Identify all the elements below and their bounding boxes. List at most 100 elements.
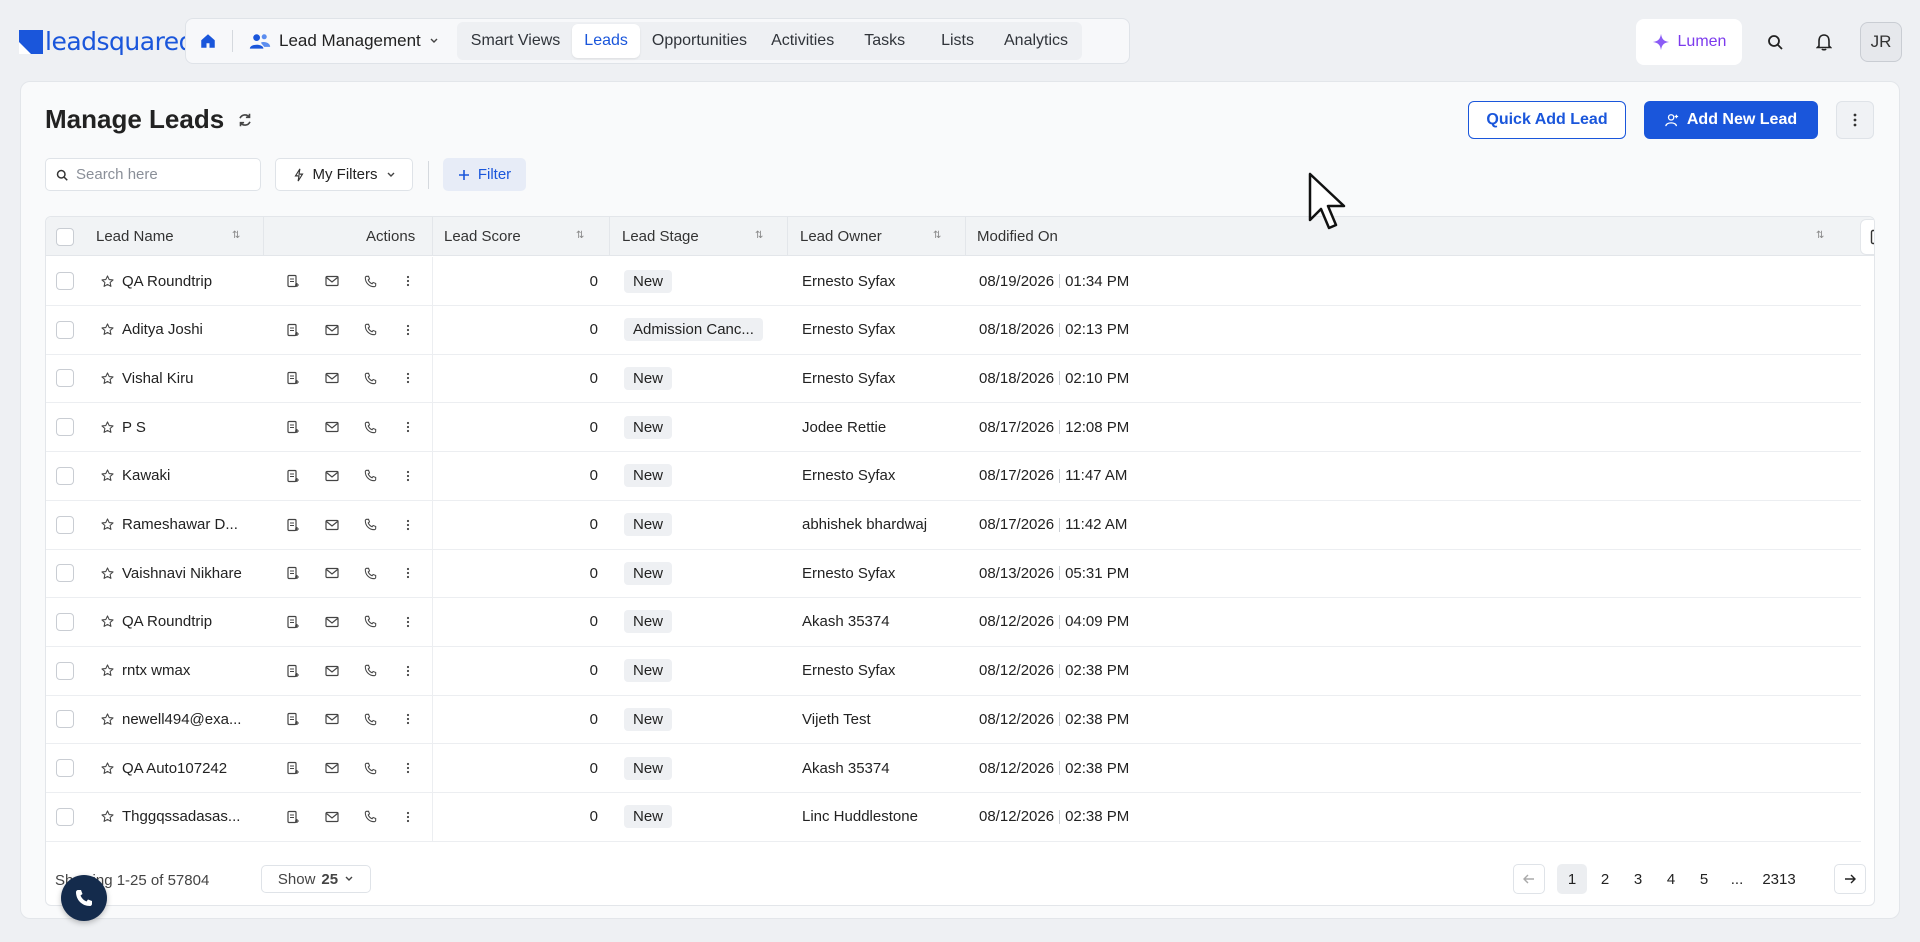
next-page-button[interactable] bbox=[1834, 864, 1866, 894]
lead-name-link[interactable]: Aditya Joshi bbox=[122, 306, 203, 354]
row-checkbox[interactable] bbox=[56, 598, 74, 646]
call-icon[interactable] bbox=[360, 271, 380, 291]
table-row[interactable]: QA Roundtrip 0 New Akash 35374 08/12/2026 04:… bbox=[46, 597, 1861, 647]
row-more-icon[interactable] bbox=[398, 807, 418, 827]
table-row[interactable]: rntx wmax 0 New Ernesto Syfax 08/12/2026 02:3… bbox=[46, 646, 1861, 696]
lumen-button[interactable]: Lumen bbox=[1636, 19, 1742, 65]
lead-name-link[interactable]: Rameshawar D... bbox=[122, 501, 238, 549]
add-note-icon[interactable] bbox=[283, 271, 303, 291]
row-checkbox[interactable] bbox=[56, 452, 74, 500]
page-last-button[interactable]: 2313 bbox=[1755, 864, 1803, 894]
table-row[interactable]: QA Roundtrip 0 New Ernesto Syfax 08/19/2026 0… bbox=[46, 257, 1861, 306]
call-icon[interactable] bbox=[360, 515, 380, 535]
table-row[interactable]: Kawaki 0 New Ernesto Syfax 08/17/2026 11:47 A… bbox=[46, 451, 1861, 501]
refresh-icon[interactable] bbox=[236, 111, 254, 129]
call-icon[interactable] bbox=[360, 563, 380, 583]
favorite-star-icon[interactable] bbox=[101, 744, 114, 792]
tab-activities[interactable]: Activities bbox=[759, 24, 846, 58]
row-checkbox[interactable] bbox=[56, 403, 74, 451]
lead-name-link[interactable]: Kawaki bbox=[122, 452, 170, 500]
email-icon[interactable] bbox=[322, 661, 342, 681]
my-filters-dropdown[interactable]: My Filters bbox=[275, 158, 413, 191]
table-row[interactable]: Aditya Joshi 0 Admission Canc... Ernesto Sy… bbox=[46, 305, 1861, 355]
row-checkbox[interactable] bbox=[56, 306, 74, 354]
email-icon[interactable] bbox=[322, 807, 342, 827]
lead-name-link[interactable]: Thggqssadasas... bbox=[122, 793, 240, 841]
email-icon[interactable] bbox=[322, 563, 342, 583]
sort-icon[interactable]: ⇅ bbox=[1816, 230, 1824, 241]
call-icon[interactable] bbox=[360, 807, 380, 827]
lead-name-link[interactable]: P S bbox=[122, 403, 146, 451]
leadsquared-logo[interactable]: leadsquared bbox=[19, 27, 195, 56]
email-icon[interactable] bbox=[322, 271, 342, 291]
lead-name-link[interactable]: Vaishnavi Nikhare bbox=[122, 549, 242, 597]
add-note-icon[interactable] bbox=[283, 466, 303, 486]
row-checkbox[interactable] bbox=[56, 744, 74, 792]
lead-name-link[interactable]: newell494@exa... bbox=[122, 695, 241, 743]
row-checkbox[interactable] bbox=[56, 549, 74, 597]
add-note-icon[interactable] bbox=[283, 612, 303, 632]
email-icon[interactable] bbox=[322, 417, 342, 437]
row-more-icon[interactable] bbox=[398, 758, 418, 778]
page-size-select[interactable]: Show 25 bbox=[261, 865, 371, 893]
email-icon[interactable] bbox=[322, 709, 342, 729]
lead-name-link[interactable]: rntx wmax bbox=[122, 647, 190, 695]
email-icon[interactable] bbox=[322, 612, 342, 632]
add-new-lead-button[interactable]: Add New Lead bbox=[1644, 101, 1818, 139]
column-settings-button[interactable] bbox=[1860, 219, 1874, 255]
favorite-star-icon[interactable] bbox=[101, 598, 114, 646]
sort-icon[interactable]: ⇅ bbox=[576, 230, 584, 241]
call-button[interactable] bbox=[61, 875, 107, 921]
add-note-icon[interactable] bbox=[283, 758, 303, 778]
call-icon[interactable] bbox=[360, 417, 380, 437]
col-lead-name[interactable]: Lead Name bbox=[96, 217, 174, 256]
row-more-icon[interactable] bbox=[398, 515, 418, 535]
row-more-icon[interactable] bbox=[398, 563, 418, 583]
table-row[interactable]: Rameshawar D... 0 New abhishek bhardwaj 08/1… bbox=[46, 500, 1861, 550]
row-more-icon[interactable] bbox=[398, 612, 418, 632]
select-all-checkbox[interactable] bbox=[56, 217, 74, 256]
tab-leads[interactable]: Leads bbox=[572, 24, 640, 58]
tab-analytics[interactable]: Analytics bbox=[992, 24, 1080, 58]
lead-name-link[interactable]: QA Auto107242 bbox=[122, 744, 227, 792]
row-checkbox[interactable] bbox=[56, 647, 74, 695]
avatar[interactable]: JR bbox=[1860, 22, 1902, 62]
row-checkbox[interactable] bbox=[56, 501, 74, 549]
call-icon[interactable] bbox=[360, 709, 380, 729]
tab-lists[interactable]: Lists bbox=[923, 24, 992, 58]
add-note-icon[interactable] bbox=[283, 661, 303, 681]
email-icon[interactable] bbox=[322, 515, 342, 535]
table-row[interactable]: newell494@exa... 0 New Vijeth Test 08/12/202… bbox=[46, 695, 1861, 745]
favorite-star-icon[interactable] bbox=[101, 257, 114, 305]
email-icon[interactable] bbox=[322, 368, 342, 388]
more-options-button[interactable] bbox=[1836, 101, 1874, 139]
prev-page-button[interactable] bbox=[1513, 864, 1545, 894]
global-search-button[interactable] bbox=[1759, 26, 1791, 58]
add-note-icon[interactable] bbox=[283, 368, 303, 388]
table-row[interactable]: QA Auto107242 0 New Akash 35374 08/12/2026 02… bbox=[46, 744, 1861, 793]
table-row[interactable]: Vishal Kiru 0 New Ernesto Syfax 08/18/2026 02… bbox=[46, 354, 1861, 404]
add-note-icon[interactable] bbox=[283, 320, 303, 340]
favorite-star-icon[interactable] bbox=[101, 306, 114, 354]
email-icon[interactable] bbox=[322, 466, 342, 486]
tab-opportunities[interactable]: Opportunities bbox=[640, 24, 759, 58]
add-note-icon[interactable] bbox=[283, 807, 303, 827]
lead-name-link[interactable]: Vishal Kiru bbox=[122, 354, 193, 402]
col-modified-on[interactable]: Modified On bbox=[977, 217, 1058, 256]
col-lead-owner[interactable]: Lead Owner bbox=[800, 217, 882, 256]
email-icon[interactable] bbox=[322, 320, 342, 340]
table-row[interactable]: P S 0 New Jodee Rettie 08/17/2026 12:08 PM bbox=[46, 403, 1861, 453]
row-more-icon[interactable] bbox=[398, 661, 418, 681]
page-2-button[interactable]: 2 bbox=[1590, 864, 1620, 894]
notifications-button[interactable] bbox=[1808, 26, 1840, 58]
sort-icon[interactable]: ⇅ bbox=[232, 230, 240, 241]
tab-tasks[interactable]: Tasks bbox=[846, 24, 923, 58]
favorite-star-icon[interactable] bbox=[101, 695, 114, 743]
col-lead-stage[interactable]: Lead Stage bbox=[622, 217, 699, 256]
row-more-icon[interactable] bbox=[398, 271, 418, 291]
row-checkbox[interactable] bbox=[56, 793, 74, 841]
lead-name-link[interactable]: QA Roundtrip bbox=[122, 257, 212, 305]
page-3-button[interactable]: 3 bbox=[1623, 864, 1653, 894]
add-note-icon[interactable] bbox=[283, 563, 303, 583]
favorite-star-icon[interactable] bbox=[101, 549, 114, 597]
